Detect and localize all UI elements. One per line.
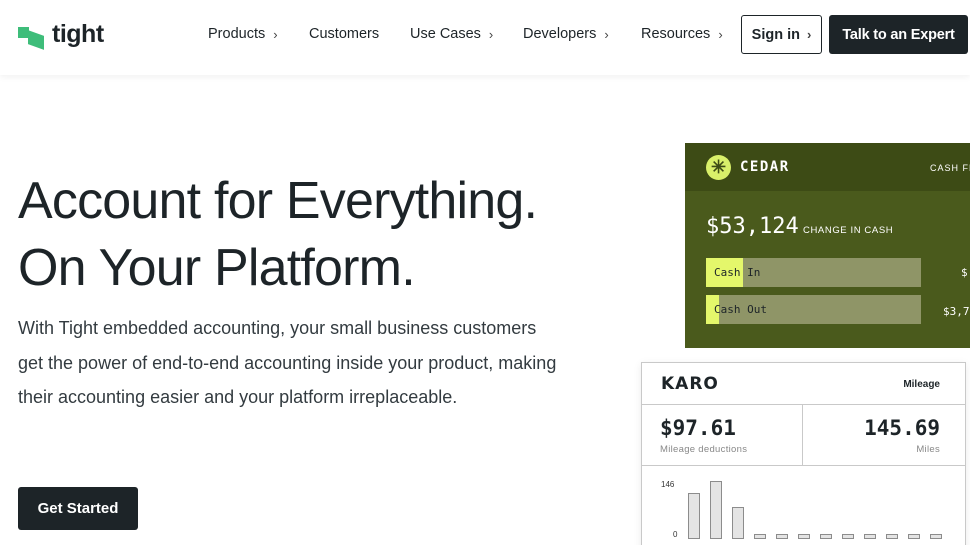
brand-name: tight	[52, 20, 104, 48]
cedar-logo-text: CEDAR	[740, 159, 790, 175]
nav-developers-label: Developers	[523, 26, 597, 42]
cash-in-value: $	[961, 266, 968, 279]
mileage-deductions-label: Mileage deductions	[660, 444, 748, 455]
talk-to-expert-button[interactable]: Talk to an Expert	[829, 15, 968, 54]
chart-bar	[710, 481, 722, 539]
chevron-right-icon: ›	[273, 26, 278, 42]
tight-logo-icon	[18, 23, 46, 50]
nav-products-label: Products	[208, 26, 266, 42]
brand-logo[interactable]: tight	[18, 20, 104, 50]
cash-out-bar: Cash Out	[706, 295, 921, 324]
chart-bar	[908, 534, 920, 539]
get-started-button[interactable]: Get Started	[18, 487, 138, 530]
nav-developers[interactable]: Developers ›	[523, 26, 609, 42]
chart-y-max-label: 146	[661, 480, 675, 489]
miles-value: 145.69	[864, 416, 940, 440]
nav-use-cases-label: Use Cases	[410, 26, 481, 42]
chart-bar	[820, 534, 832, 539]
chart-bar	[754, 534, 766, 539]
hero-title-line1: Account for Everything.	[18, 172, 538, 230]
cash-in-bar: Cash In	[706, 258, 921, 287]
cedar-cash-flow-card: ✳ CEDAR CASH FLO $53,124 CHANGE IN CASH …	[685, 143, 970, 348]
hero-title: Account for Everything. On Your Platform…	[18, 168, 638, 302]
nav-resources[interactable]: Resources ›	[641, 26, 723, 42]
cedar-card-header: ✳ CEDAR CASH FLO	[685, 143, 970, 191]
karo-card-header: KARO Mileage	[642, 363, 965, 405]
chevron-right-icon: ›	[604, 26, 609, 42]
cash-in-label: Cash In	[714, 266, 761, 279]
chart-bar	[732, 507, 744, 539]
chevron-right-icon: ›	[488, 26, 494, 42]
sign-in-label: Sign in	[751, 26, 800, 43]
chart-bar	[864, 534, 876, 539]
top-nav: tight Products › Customers Use Cases › D…	[0, 0, 970, 75]
chart-bar	[930, 534, 942, 539]
chevron-right-icon: ›	[807, 27, 812, 42]
stats-divider	[802, 405, 803, 466]
chart-bar	[798, 534, 810, 539]
chart-y-min-label: 0	[673, 530, 678, 539]
mileage-deductions-value: $97.61	[660, 416, 736, 440]
chart-bar	[688, 493, 700, 539]
nav-products[interactable]: Products ›	[208, 26, 278, 42]
karo-logo-text: KARO	[661, 374, 719, 394]
nav-use-cases[interactable]: Use Cases ›	[410, 26, 493, 42]
cash-change-amount: $53,124	[706, 214, 799, 239]
chart-bar	[776, 534, 788, 539]
nav-resources-label: Resources	[641, 26, 711, 42]
chevron-right-icon: ›	[718, 26, 723, 42]
cedar-section-tag: CASH FLO	[930, 163, 970, 173]
chart-bar	[886, 534, 898, 539]
nav-customers[interactable]: Customers	[309, 26, 379, 42]
cash-change-label: CHANGE IN CASH	[803, 225, 894, 236]
asterisk-icon: ✳	[706, 154, 731, 180]
miles-label: Miles	[916, 444, 940, 455]
mileage-chart: 146 0	[642, 466, 965, 545]
nav-customers-label: Customers	[309, 26, 380, 42]
hero-subtitle: With Tight embedded accounting, your sma…	[18, 318, 557, 407]
sign-in-button[interactable]: Sign in ›	[741, 15, 822, 54]
mileage-tab[interactable]: Mileage	[903, 379, 940, 390]
hero-title-line2: On Your Platform.	[18, 239, 416, 297]
karo-mileage-card: KARO Mileage $97.61 Mileage deductions 1…	[641, 362, 966, 545]
cash-out-value: $3,7	[943, 305, 970, 318]
cash-out-label: Cash Out	[714, 303, 767, 316]
chart-bar	[842, 534, 854, 539]
karo-stats-row: $97.61 Mileage deductions 145.69 Miles	[642, 405, 965, 466]
